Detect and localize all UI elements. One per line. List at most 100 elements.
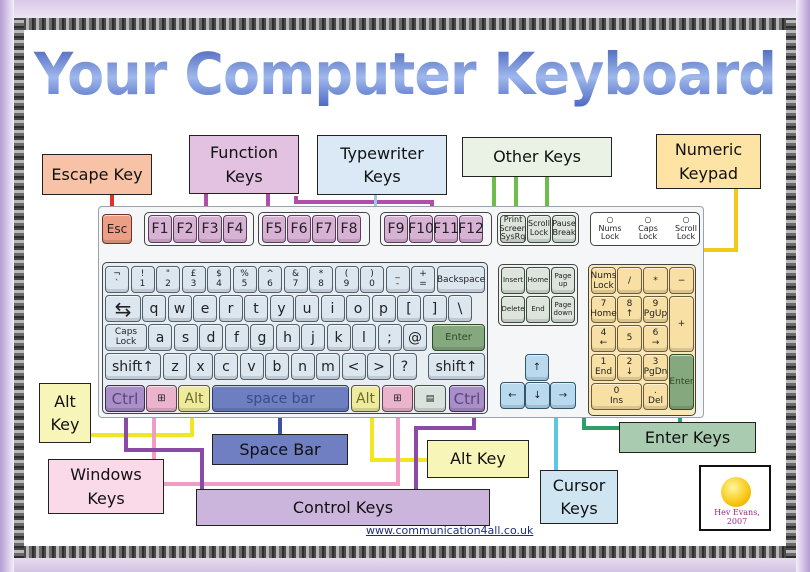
- key-m[interactable]: m: [316, 353, 340, 380]
- key-nav-insert[interactable]: Insert: [501, 267, 525, 294]
- key-shift-left[interactable]: shift ↑: [105, 353, 161, 380]
- key-number-4[interactable]: $4: [207, 266, 231, 293]
- key-x[interactable]: x: [188, 353, 213, 380]
- key-windows-left[interactable]: ⊞: [146, 385, 177, 412]
- key-y[interactable]: y: [269, 295, 294, 322]
- key-w[interactable]: w: [167, 295, 192, 322]
- key-f8[interactable]: F8: [337, 215, 361, 243]
- key-f4[interactable]: F4: [223, 215, 247, 243]
- key-number-0[interactable]: ¬ `: [105, 266, 129, 293]
- key-caps-lock[interactable]: Caps Lock: [105, 324, 147, 351]
- key-symbol-11[interactable]: ]: [422, 295, 447, 322]
- key-backspace[interactable]: Backspace: [437, 266, 485, 293]
- key-tab[interactable]: ⇆: [105, 295, 141, 322]
- key-number-12[interactable]: + =: [411, 266, 435, 293]
- numpad-key-1[interactable]: 1 End: [591, 354, 616, 381]
- key-alt-right[interactable]: Alt: [351, 385, 380, 412]
- key-f5[interactable]: F5: [262, 215, 286, 243]
- key-menu[interactable]: ▤: [414, 385, 446, 412]
- key-number-2[interactable]: " 2: [156, 266, 180, 293]
- key-nav-page-down[interactable]: Page down: [551, 296, 575, 323]
- numpad-key-5[interactable]: 5: [617, 325, 642, 352]
- key-symbol-b8[interactable]: >: [367, 353, 391, 380]
- key-g[interactable]: g: [250, 324, 274, 351]
- key-f9[interactable]: F9: [384, 215, 408, 243]
- key-symbol-b9[interactable]: ?: [392, 353, 417, 380]
- key-scroll-lock[interactable]: Scroll Lock: [527, 215, 551, 243]
- key-arrow-left[interactable]: ←: [500, 382, 525, 409]
- key-ctrl-left[interactable]: Ctrl: [105, 385, 145, 412]
- key-n[interactable]: n: [290, 353, 315, 380]
- key-esc[interactable]: Esc: [102, 214, 132, 244]
- numpad-key-0[interactable]: Nums Lock: [591, 267, 616, 294]
- key-nav-delete[interactable]: Delete: [501, 296, 525, 323]
- key-a[interactable]: a: [148, 324, 172, 351]
- footer-url-link[interactable]: www.communication4all.co.uk: [366, 524, 533, 537]
- numpad-key-3[interactable]: 3 PgDn: [643, 354, 668, 381]
- key-f[interactable]: f: [224, 324, 249, 351]
- key-pause-break[interactable]: Pause Break: [552, 215, 576, 243]
- key-nav-home[interactable]: Home: [526, 267, 550, 294]
- key-f1[interactable]: F1: [148, 215, 172, 243]
- numpad-key-enter[interactable]: Enter: [669, 354, 694, 410]
- key-f3[interactable]: F3: [198, 215, 222, 243]
- key-e[interactable]: e: [193, 295, 217, 322]
- key-number-7[interactable]: & 7: [283, 266, 308, 293]
- key-f6[interactable]: F6: [287, 215, 311, 243]
- key-number-11[interactable]: _ -: [385, 266, 410, 293]
- key-s[interactable]: s: [173, 324, 198, 351]
- numpad-key-3[interactable]: −: [669, 267, 694, 294]
- key-z[interactable]: z: [163, 353, 187, 380]
- key-u[interactable]: u: [295, 295, 319, 322]
- key-print-screen[interactable]: Print Screen SysRq: [499, 215, 527, 243]
- key-arrow-up[interactable]: ↑: [525, 354, 549, 381]
- key-c[interactable]: c: [214, 353, 238, 380]
- key-r[interactable]: r: [218, 295, 243, 322]
- key-number-5[interactable]: % 5: [232, 266, 257, 293]
- key-number-1[interactable]: ! 1: [130, 266, 155, 293]
- numpad-key-4[interactable]: 4 ←: [591, 325, 616, 352]
- numpad-key-9[interactable]: 9 PgUp: [643, 296, 668, 323]
- key-d[interactable]: d: [199, 324, 223, 351]
- key-number-9[interactable]: (9: [334, 266, 359, 293]
- key-f7[interactable]: F7: [312, 215, 336, 243]
- key-ctrl-right[interactable]: Ctrl: [449, 385, 485, 412]
- key-number-8[interactable]: * 8: [309, 266, 333, 293]
- key-q[interactable]: q: [142, 295, 166, 322]
- key-space-bar[interactable]: space bar: [212, 385, 349, 412]
- key-f2[interactable]: F2: [173, 215, 197, 243]
- key-f10[interactable]: F10: [408, 215, 434, 243]
- key-i[interactable]: i: [320, 295, 345, 322]
- key-b[interactable]: b: [265, 353, 289, 380]
- key-o[interactable]: o: [346, 295, 370, 322]
- key-f12[interactable]: F12: [458, 215, 484, 243]
- numpad-key-7[interactable]: 7 Home: [590, 296, 617, 323]
- key-j[interactable]: j: [301, 324, 325, 351]
- key-number-6[interactable]: ^ 6: [258, 266, 282, 293]
- key-symbol-h10[interactable]: @: [403, 324, 427, 351]
- key-f11[interactable]: F11: [433, 215, 459, 243]
- key-windows-right[interactable]: ⊞: [382, 385, 413, 412]
- key-nav-page-up[interactable]: Page up: [551, 267, 575, 294]
- key-l[interactable]: l: [352, 324, 376, 351]
- key-symbol-12[interactable]: \: [448, 295, 472, 322]
- key-symbol-10[interactable]: [: [397, 295, 421, 322]
- key-t[interactable]: t: [244, 295, 268, 322]
- key-k[interactable]: k: [326, 324, 351, 351]
- key-symbol-h9[interactable]: ;: [377, 324, 402, 351]
- key-h[interactable]: h: [275, 324, 300, 351]
- key-arrow-down[interactable]: ↓: [525, 382, 550, 409]
- key-symbol-b7[interactable]: <: [341, 353, 366, 380]
- numpad-key-2[interactable]: *: [643, 267, 668, 294]
- key-nav-end[interactable]: End: [526, 296, 550, 323]
- key-alt-left[interactable]: Alt: [178, 385, 210, 412]
- key-number-10[interactable]: ) 0: [360, 266, 384, 293]
- numpad-key-1[interactable]: /: [617, 267, 642, 294]
- numpad-key-dot[interactable]: . Del: [643, 383, 668, 410]
- numpad-key-2[interactable]: 2 ↓: [617, 354, 642, 381]
- key-p[interactable]: p: [371, 295, 396, 322]
- key-number-3[interactable]: £3: [181, 266, 206, 293]
- numpad-key-6[interactable]: 6 →: [643, 325, 668, 352]
- numpad-key-plus[interactable]: +: [669, 296, 694, 352]
- key-v[interactable]: v: [239, 353, 264, 380]
